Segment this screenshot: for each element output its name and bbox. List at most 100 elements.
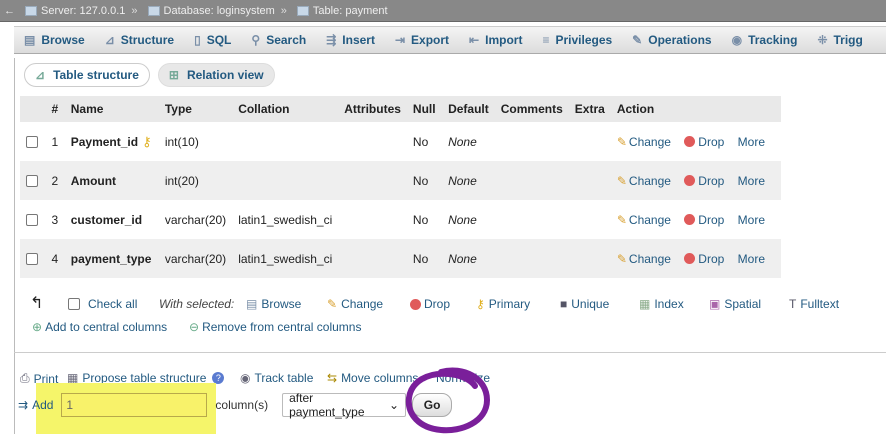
breadcrumb-separator: » <box>131 4 138 17</box>
tab-tracking[interactable]: ◉ Tracking <box>722 27 808 53</box>
track-table-link[interactable]: ◉ Track table <box>240 371 313 385</box>
table-row: 2 Amount int(20) No None ✎ Change Drop Mo… <box>20 161 781 200</box>
bulk-spatial-button[interactable]: ▣ Spatial <box>709 297 761 311</box>
structure-table: # Name Type Collation Attributes Null De… <box>20 96 781 278</box>
bulk-fulltext-button[interactable]: T Fulltext <box>789 297 839 311</box>
check-all-checkbox[interactable] <box>68 298 80 310</box>
remove-central-columns-button[interactable]: ⊖ Remove from central columns <box>189 320 361 334</box>
cell-name: customer_id <box>70 212 143 227</box>
more-button[interactable]: More <box>738 135 765 149</box>
track-label: Track table <box>254 371 314 385</box>
column-position-select[interactable]: after payment_type ⌄ <box>282 391 407 419</box>
change-button[interactable]: ✎ Change <box>617 135 671 149</box>
cell-comments <box>494 200 569 239</box>
bulk-fulltext-label: Fulltext <box>800 297 840 311</box>
remove-central-label: Remove from central columns <box>202 320 362 334</box>
bulk-primary-button[interactable]: ⚷ Primary <box>476 297 530 311</box>
add-column-count-input[interactable] <box>61 393 208 417</box>
bulk-drop-button[interactable]: Drop <box>410 297 450 311</box>
back-arrow-icon[interactable]: ← <box>4 5 15 17</box>
cell-comments <box>494 122 569 161</box>
add-central-label: Add to central columns <box>45 320 168 334</box>
cell-collation <box>232 161 339 200</box>
bulk-unique-button[interactable]: ■ Unique <box>560 297 609 311</box>
drop-button[interactable]: Drop <box>684 213 724 227</box>
columns-label: column(s) <box>215 398 269 412</box>
normalize-label: Normalize <box>436 371 491 385</box>
tab-label: Export <box>411 33 450 47</box>
cell-default: None <box>442 200 495 239</box>
bulk-drop-label: Drop <box>424 297 451 311</box>
row-checkbox[interactable] <box>26 175 38 188</box>
check-all-toggle[interactable]: Check all <box>68 297 137 311</box>
drop-button[interactable]: Drop <box>684 174 724 188</box>
row-checkbox[interactable] <box>26 253 38 266</box>
header-comments: Comments <box>494 96 569 122</box>
header-collation: Collation <box>232 96 339 122</box>
check-all-label: Check all <box>88 297 138 311</box>
tab-browse[interactable]: ▤ Browse <box>14 27 95 53</box>
primary-key-icon: ⚷ <box>142 133 152 149</box>
tab-structure[interactable]: ⊿ Structure <box>95 27 184 53</box>
row-checkbox[interactable] <box>26 214 38 227</box>
drop-button[interactable]: Drop <box>684 135 724 149</box>
cell-num: 1 <box>45 122 65 161</box>
pencil-icon: ✎ <box>616 173 627 188</box>
header-null: Null <box>406 96 443 122</box>
go-button[interactable]: Go <box>412 393 453 417</box>
bulk-browse-button[interactable]: ▤ Browse <box>246 297 301 311</box>
tab-table-structure[interactable]: ⊿ Table structure <box>24 63 150 87</box>
bulk-unique-label: Unique <box>571 297 610 311</box>
cell-name: Payment_id <box>70 134 139 149</box>
cell-comments <box>494 161 569 200</box>
tab-insert[interactable]: ⇶ Insert <box>316 27 385 53</box>
cell-name-wrap: payment_type <box>64 239 159 278</box>
index-icon: ▦ <box>639 297 651 311</box>
tab-label: Structure <box>120 33 175 47</box>
tab-sql[interactable]: ▯ SQL <box>184 27 241 53</box>
bulk-browse-label: Browse <box>261 297 302 311</box>
change-button[interactable]: ✎ Change <box>617 213 671 227</box>
header-checkbox-col <box>20 96 46 122</box>
eye-icon: ◉ <box>731 33 743 47</box>
top-tab-bar: ▤ Browse ⊿ Structure ▯ SQL ⚲ Search ⇶ Insert … <box>14 26 886 54</box>
tab-relation-view[interactable]: ⊞ Relation view <box>157 63 275 87</box>
bulk-index-button[interactable]: ▦ Index <box>639 297 684 311</box>
change-button[interactable]: ✎ Change <box>617 252 671 266</box>
cell-type: varchar(20) <box>158 200 233 239</box>
browse-icon: ▤ <box>246 297 258 311</box>
row-checkbox[interactable] <box>26 136 38 149</box>
tab-label: Import <box>485 33 523 47</box>
breadcrumb-database[interactable]: Database: loginsystem <box>164 5 275 17</box>
cell-attributes <box>338 239 407 278</box>
structure-icon: ⊿ <box>35 68 46 82</box>
tab-export[interactable]: ⇥ Export <box>385 27 459 53</box>
breadcrumb-table[interactable]: Table: payment <box>313 5 388 17</box>
breadcrumb-server[interactable]: Server: 127.0.0.1 <box>41 5 125 17</box>
change-label: Change <box>628 251 671 266</box>
tab-import[interactable]: ⇤ Import <box>459 27 532 53</box>
tab-search[interactable]: ⚲ Search <box>241 27 316 53</box>
move-columns-link[interactable]: ⇆ Move columns <box>327 371 418 385</box>
add-central-columns-button[interactable]: ⊕ Add to central columns <box>32 320 167 334</box>
more-button[interactable]: More <box>738 213 765 227</box>
normalize-link[interactable]: Normalize <box>436 371 490 385</box>
move-label: Move columns <box>341 371 419 385</box>
drop-button[interactable]: Drop <box>684 252 724 266</box>
change-button[interactable]: ✎ Change <box>617 174 671 188</box>
tab-label: Insert <box>342 33 375 47</box>
header-extra: Extra <box>568 96 611 122</box>
header-default: Default <box>442 96 495 122</box>
bulk-change-button[interactable]: ✎ Change <box>327 297 383 311</box>
row-checkbox-cell <box>20 122 46 161</box>
tab-operations[interactable]: ✎ Operations <box>622 27 721 53</box>
search-icon: ⚲ <box>251 33 261 47</box>
table-row: 3 customer_id varchar(20) latin1_swedish… <box>20 200 781 239</box>
tab-privileges[interactable]: ≡ Privileges <box>532 27 622 53</box>
more-button[interactable]: More <box>738 252 765 266</box>
privileges-icon: ≡ <box>542 33 550 47</box>
tab-triggers[interactable]: ⁜ Trigg <box>807 27 872 53</box>
add-central-icon: ⊕ <box>32 320 43 334</box>
cell-num: 2 <box>45 161 65 200</box>
more-button[interactable]: More <box>738 174 765 188</box>
